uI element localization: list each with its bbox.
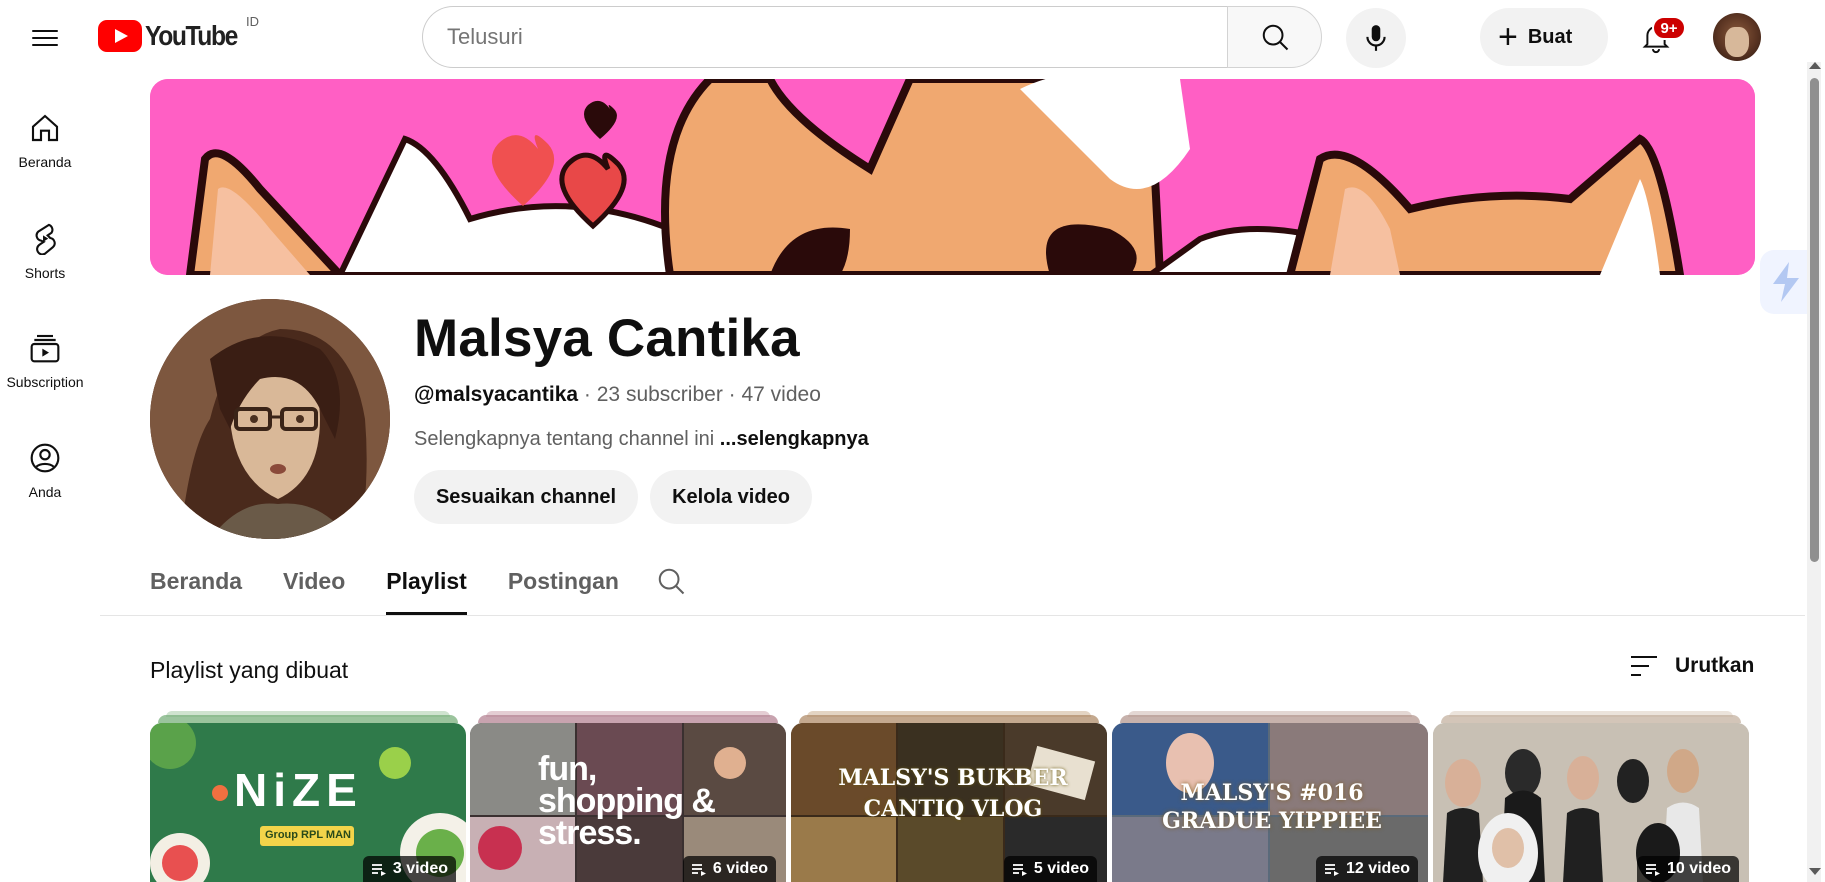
playlist-card[interactable]: NiZE Group RPL MAN 3 video bbox=[150, 711, 466, 882]
channel-handle: @malsyacantika bbox=[414, 383, 579, 406]
nav-item-anda[interactable]: Anda bbox=[0, 416, 90, 526]
thumbnail-title: MALSY'S BUKBER CANTIQ VLOG bbox=[838, 765, 1068, 822]
channel-meta: @malsyacantika · 23 subscriber · 47 vide… bbox=[414, 383, 821, 407]
video-count-label: 6 video bbox=[712, 860, 768, 877]
top-bar: YouTube ID + Buat 9+ bbox=[0, 0, 1825, 74]
youtube-logo[interactable]: YouTube bbox=[98, 20, 249, 52]
microphone-icon bbox=[1366, 25, 1386, 51]
stack-layer bbox=[799, 715, 1099, 723]
description-text: Selengkapnya tentang channel ini bbox=[414, 428, 715, 450]
lightning-icon bbox=[1773, 262, 1799, 302]
nav-label: Subscription bbox=[6, 374, 84, 390]
search-icon bbox=[1262, 24, 1288, 51]
scroll-up-arrow-icon[interactable] bbox=[1809, 62, 1821, 69]
playlist-icon bbox=[371, 864, 386, 876]
customize-channel-button[interactable]: Sesuaikan channel bbox=[414, 470, 638, 524]
account-icon bbox=[30, 443, 60, 473]
search-input[interactable] bbox=[422, 6, 1227, 68]
scrollbar-thumb[interactable] bbox=[1810, 78, 1819, 562]
playlist-card[interactable]: fun, shopping & stress. 6 video bbox=[470, 711, 786, 882]
thumbnail-title: fun, shopping & stress. bbox=[538, 750, 716, 852]
meta-separator: · bbox=[578, 383, 597, 406]
channel-banner bbox=[150, 79, 1755, 275]
video-count: 47 video bbox=[741, 383, 821, 406]
thumbnail-title: NiZE bbox=[234, 764, 363, 816]
banner-artwork bbox=[150, 79, 1755, 275]
thumbnail-subtitle: Group RPL MAN bbox=[265, 829, 351, 841]
logo-text: YouTube bbox=[145, 20, 238, 51]
extension-icon[interactable] bbox=[1760, 250, 1812, 314]
channel-description[interactable]: Selengkapnya tentang channel ini ...sele… bbox=[414, 428, 869, 451]
tab-beranda[interactable]: Beranda bbox=[150, 565, 242, 615]
playlist-card[interactable]: MALSY'S #016 GRADUE YIPPIEE 12 video bbox=[1112, 711, 1428, 882]
video-count-badge: 6 video bbox=[682, 856, 776, 882]
playlist-icon bbox=[691, 864, 706, 876]
nav-label: Beranda bbox=[18, 154, 72, 170]
playlist-icon bbox=[1645, 864, 1660, 876]
notification-badge: 9+ bbox=[1652, 16, 1686, 40]
playlist-card[interactable]: 10 video bbox=[1433, 711, 1749, 882]
playlist-icon bbox=[1324, 864, 1339, 876]
search-icon bbox=[658, 568, 685, 595]
playlist-card[interactable]: MALSY'S BUKBER CANTIQ VLOG 5 video bbox=[791, 711, 1107, 882]
video-count-label: 12 video bbox=[1345, 860, 1410, 877]
avatar-image bbox=[150, 299, 390, 539]
section-title: Playlist yang dibuat bbox=[150, 657, 349, 683]
nav-label: Shorts bbox=[24, 265, 66, 281]
subscriber-count: 23 subscriber bbox=[596, 383, 723, 406]
sort-icon bbox=[1631, 656, 1657, 676]
scroll-down-arrow-icon[interactable] bbox=[1809, 868, 1821, 875]
channel-tabs: Beranda Video Playlist Postingan bbox=[150, 565, 660, 615]
video-count-badge: 5 video bbox=[1003, 856, 1097, 882]
subscriptions-icon bbox=[30, 334, 60, 363]
channel-avatar[interactable] bbox=[150, 299, 390, 539]
playlist-icon bbox=[1012, 864, 1027, 876]
meta-separator: · bbox=[722, 383, 742, 406]
search-button[interactable] bbox=[1227, 6, 1322, 68]
tabs-divider bbox=[100, 615, 1805, 616]
sort-label: Urutkan bbox=[1675, 654, 1755, 677]
video-count-label: 5 video bbox=[1033, 860, 1089, 877]
search-bar bbox=[422, 6, 1322, 68]
account-avatar[interactable] bbox=[1713, 13, 1761, 61]
video-count-badge: 10 video bbox=[1636, 856, 1739, 882]
stack-layer bbox=[1441, 715, 1741, 723]
thumbnail-title: MALSY'S #016 GRADUE YIPPIEE bbox=[1162, 780, 1382, 834]
youtube-play-icon bbox=[98, 20, 142, 52]
nav-item-subscription[interactable]: Subscription bbox=[0, 306, 90, 416]
create-label: Buat bbox=[1527, 25, 1573, 48]
tab-playlist[interactable]: Playlist bbox=[386, 565, 467, 615]
channel-search-button[interactable] bbox=[656, 566, 686, 601]
channel-name: Malsya Cantika bbox=[414, 309, 800, 368]
country-code: ID bbox=[246, 14, 259, 29]
nav-item-shorts[interactable]: Shorts bbox=[0, 196, 90, 306]
shorts-icon bbox=[35, 223, 56, 255]
manage-videos-button[interactable]: Kelola video bbox=[650, 470, 812, 524]
voice-search-button[interactable] bbox=[1346, 8, 1406, 68]
video-count-badge: 12 video bbox=[1315, 856, 1418, 882]
tab-video[interactable]: Video bbox=[283, 565, 345, 615]
nav-label: Anda bbox=[28, 484, 62, 500]
sort-button[interactable]: Urutkan bbox=[1629, 653, 1754, 679]
plus-icon: + bbox=[1498, 18, 1518, 56]
create-button[interactable]: + Buat bbox=[1480, 8, 1608, 66]
video-count-label: 3 video bbox=[392, 860, 448, 877]
left-nav: Beranda Shorts Subscription Anda bbox=[0, 86, 90, 526]
video-count-label: 10 video bbox=[1666, 860, 1731, 877]
stack-layer bbox=[158, 715, 458, 723]
menu-icon[interactable] bbox=[22, 14, 68, 60]
stack-layer bbox=[478, 715, 778, 723]
tab-postingan[interactable]: Postingan bbox=[508, 565, 619, 615]
nav-item-beranda[interactable]: Beranda bbox=[0, 86, 90, 196]
video-count-badge: 3 video bbox=[362, 856, 456, 882]
stack-layer bbox=[1120, 715, 1420, 723]
home-icon bbox=[31, 114, 59, 142]
more-link[interactable]: ...selengkapnya bbox=[720, 428, 869, 450]
